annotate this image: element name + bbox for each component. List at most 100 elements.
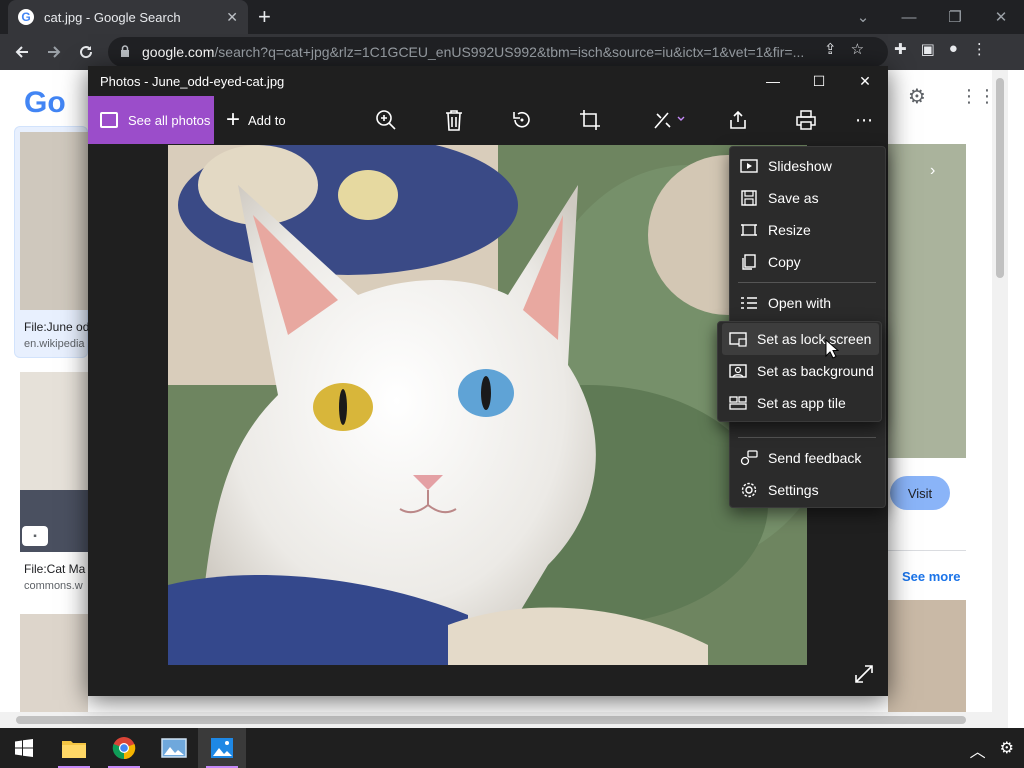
url-path: /search?q=cat+jpg&rlz=1C1GCEU_enUS992US9… [214, 44, 805, 60]
cat-photo[interactable] [168, 145, 807, 665]
result-title[interactable]: File:Cat Ma [24, 562, 85, 576]
print-icon[interactable] [794, 108, 818, 132]
scrollbar-thumb[interactable] [996, 78, 1004, 278]
set-as-submenu: Set as lock screen Set as background Set… [717, 321, 882, 422]
lock-screen-icon [729, 332, 747, 347]
see-more-link[interactable]: See more [902, 569, 961, 584]
sidepanel-icon[interactable]: ▣ [921, 40, 935, 58]
result-source: en.wikipedia [24, 338, 85, 350]
restore-button[interactable]: ❐ [932, 0, 978, 34]
close-button[interactable]: ✕ [842, 66, 888, 96]
start-icon[interactable] [0, 728, 48, 768]
result-thumbnail[interactable] [20, 614, 88, 712]
photos-legacy-icon[interactable] [150, 728, 198, 768]
share-icon[interactable] [726, 108, 750, 132]
menu-icon[interactable]: ⋮ [972, 40, 987, 58]
menu-item-copy[interactable]: Copy [730, 246, 887, 278]
windows-taskbar: ︿ ⚙ [0, 728, 1024, 768]
minimize-button[interactable]: — [886, 0, 932, 34]
horizontal-scrollbar[interactable] [0, 712, 1008, 728]
open-with-icon [741, 297, 757, 309]
google-logo[interactable]: Go [24, 86, 66, 120]
tab-search-icon[interactable]: ⌄ [840, 0, 886, 34]
slideshow-icon [740, 159, 758, 173]
image-badge-icon: ▪ [22, 526, 48, 546]
save-icon [741, 190, 757, 206]
resize-icon [741, 224, 757, 236]
app-tile-icon [729, 396, 747, 410]
window-title: Photos - June_odd-eyed-cat.jpg [100, 73, 285, 89]
submenu-item-label: Set as background [757, 363, 874, 379]
more-icon[interactable]: ⋯ [852, 108, 876, 132]
rotate-icon[interactable] [510, 108, 534, 132]
toolbar-right: ⇪ ☆ ✚ ▣ ● ⋮ [824, 40, 987, 58]
delete-icon[interactable] [442, 108, 466, 132]
menu-item-label: Open with [768, 295, 832, 311]
visit-button[interactable]: Visit [890, 476, 950, 510]
menu-item-save-as[interactable]: Save as [730, 182, 887, 214]
extensions-icon[interactable]: ✚ [894, 40, 907, 58]
star-icon[interactable]: ☆ [851, 40, 864, 58]
photos-gallery-icon [100, 112, 118, 128]
submenu-item-label: Set as lock screen [757, 331, 872, 347]
crop-icon[interactable] [578, 108, 602, 132]
related-thumbnail[interactable] [888, 600, 966, 712]
tab-close-icon[interactable]: ✕ [226, 9, 238, 26]
menu-item-label: Slideshow [768, 158, 832, 174]
new-tab-button[interactable]: + [258, 4, 271, 30]
result-source: commons.w [24, 580, 83, 592]
menu-item-label: Send feedback [768, 450, 862, 466]
next-image-icon[interactable]: › [930, 162, 935, 180]
menu-item-open-with[interactable]: Open with [730, 287, 887, 319]
minimize-button[interactable]: — [750, 66, 796, 96]
back-icon[interactable] [6, 36, 38, 68]
lock-icon[interactable] [120, 44, 130, 60]
scrollbar-thumb[interactable] [16, 716, 966, 724]
submenu-item-set-as-background[interactable]: Set as background [722, 355, 879, 387]
submenu-item-set-as-app-tile[interactable]: Set as app tile [722, 387, 879, 419]
zoom-icon[interactable] [374, 108, 398, 132]
preview-image[interactable] [888, 144, 966, 458]
close-button[interactable]: ✕ [978, 0, 1024, 34]
reload-icon[interactable] [70, 36, 102, 68]
menu-separator [738, 437, 876, 438]
photos-icon[interactable] [198, 728, 246, 768]
result-thumbnail[interactable] [20, 132, 88, 310]
menu-item-slideshow[interactable]: Slideshow [730, 150, 887, 182]
fullscreen-icon[interactable] [854, 664, 874, 690]
file-explorer-icon[interactable] [50, 728, 98, 768]
copy-icon [742, 254, 756, 270]
settings-gear-icon[interactable]: ⚙ [908, 84, 926, 109]
background-icon [729, 364, 747, 378]
menu-item-label: Save as [768, 190, 819, 206]
forward-icon[interactable] [38, 36, 70, 68]
menu-item-label: Resize [768, 222, 811, 238]
result-title[interactable]: File:June od [24, 320, 89, 334]
add-to-button[interactable]: + Add to [226, 96, 286, 144]
url-host: google.com [142, 44, 215, 60]
show-hidden-icons-icon[interactable]: ︿ [970, 738, 986, 762]
plus-icon: + [226, 106, 241, 133]
submenu-item-set-as-lock-screen[interactable]: Set as lock screen [722, 323, 879, 355]
settings-icon [741, 482, 757, 498]
submenu-item-label: Set as app tile [757, 395, 846, 411]
share-icon[interactable]: ⇪ [824, 40, 837, 58]
menu-item-resize[interactable]: Resize [730, 214, 887, 246]
vertical-scrollbar[interactable] [992, 70, 1008, 712]
browser-tab[interactable]: G cat.jpg - Google Search ✕ [8, 0, 248, 34]
see-all-photos-button[interactable]: See all photos [88, 96, 214, 144]
menu-item-settings[interactable]: Settings [730, 474, 887, 506]
menu-separator [738, 282, 876, 283]
address-bar[interactable]: google.com /search?q=cat+jpg&rlz=1C1GCEU… [108, 37, 888, 67]
divider [888, 550, 966, 551]
add-to-label: Add to [248, 112, 286, 128]
edit-icon[interactable] [650, 108, 690, 132]
settings-gear-icon[interactable]: ⚙ [1000, 738, 1014, 762]
menu-item-label: Settings [768, 482, 819, 498]
browser-toolbar: google.com /search?q=cat+jpg&rlz=1C1GCEU… [0, 34, 1024, 70]
chrome-icon[interactable] [100, 728, 148, 768]
tab-title: cat.jpg - Google Search [44, 9, 181, 25]
maximize-button[interactable]: ☐ [796, 66, 842, 96]
profile-icon[interactable]: ● [949, 40, 958, 58]
menu-item-send-feedback[interactable]: Send feedback [730, 442, 887, 474]
